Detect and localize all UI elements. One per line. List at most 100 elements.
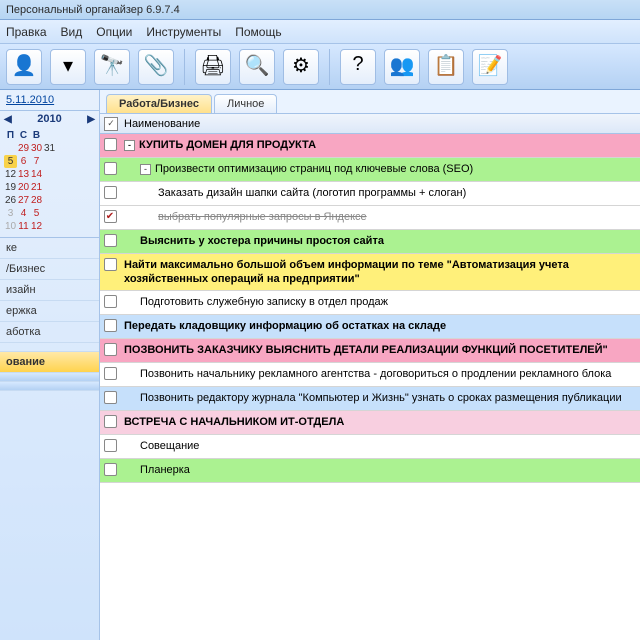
cal-day[interactable]: 20 (17, 181, 30, 194)
task-row[interactable]: -КУПИТЬ ДОМЕН ДЛЯ ПРОДУКТА (100, 134, 640, 158)
cal-day[interactable]: 26 (4, 194, 17, 207)
expand-icon[interactable]: - (124, 140, 135, 151)
task-row[interactable]: ВСТРЕЧА С НАЧАЛЬНИКОМ ИТ-ОТДЕЛА (100, 411, 640, 435)
task-checkbox[interactable] (104, 186, 117, 199)
task-row[interactable]: Совещание (100, 435, 640, 459)
task-row[interactable]: -Произвести оптимизацию страниц под ключ… (100, 158, 640, 182)
task-text: Заказать дизайн шапки сайта (логотип про… (120, 182, 640, 204)
cal-day[interactable]: 5 (4, 155, 17, 168)
calendar-header: ◀ 2010 ▶ (0, 111, 99, 127)
header-title[interactable]: Наименование (124, 118, 200, 130)
cal-prev-icon[interactable]: ◀ (4, 114, 12, 125)
cal-day[interactable]: 13 (17, 168, 30, 181)
help-icon: ? (344, 53, 372, 81)
header-checkbox[interactable]: ✓ (104, 117, 118, 131)
task-checkbox[interactable] (104, 343, 117, 356)
task-checkbox[interactable]: ✔ (104, 210, 117, 223)
cal-next-icon[interactable]: ▶ (87, 114, 95, 125)
cal-day[interactable]: 12 (4, 168, 17, 181)
task-checkbox[interactable] (104, 295, 117, 308)
task-checkbox[interactable] (104, 367, 117, 380)
menu-vid[interactable]: Вид (61, 25, 83, 39)
cal-day[interactable]: 6 (17, 155, 30, 168)
sidebar-item-2[interactable]: изайн (0, 280, 99, 301)
cal-day[interactable]: 19 (4, 181, 17, 194)
cal-day[interactable]: 31 (43, 142, 56, 155)
task-checkbox[interactable] (104, 463, 117, 476)
task-row[interactable]: Позвонить начальнику рекламного агентств… (100, 363, 640, 387)
note-icon: 📝 (476, 53, 504, 81)
toolbar-binoculars-button[interactable]: 🔭 (94, 49, 130, 85)
task-text: ВСТРЕЧА С НАЧАЛЬНИКОМ ИТ-ОТДЕЛА (120, 411, 640, 433)
toolbar-printer-button[interactable]: 🖨 (195, 49, 231, 85)
menu-pomosh[interactable]: Помощь (235, 25, 281, 39)
cal-day[interactable]: 29 (17, 142, 30, 155)
task-checkbox[interactable] (104, 234, 117, 247)
sidebar-item-6[interactable]: ование (0, 352, 99, 373)
cal-day[interactable]: 21 (30, 181, 43, 194)
task-checkbox[interactable] (104, 415, 117, 428)
task-checkbox[interactable] (104, 138, 117, 151)
date-link[interactable]: 5.11.2010 (6, 94, 54, 106)
menu-instrumenty[interactable]: Инструменты (146, 25, 221, 39)
toolbar-attach-button[interactable]: 📎 (138, 49, 174, 85)
task-checkbox[interactable] (104, 258, 117, 271)
cal-day[interactable]: 10 (4, 220, 17, 233)
cal-day[interactable]: 28 (30, 194, 43, 207)
toolbar-gear-button[interactable]: ⚙ (283, 49, 319, 85)
expand-icon[interactable]: - (140, 164, 151, 175)
sidebar-item-3[interactable]: ержка (0, 301, 99, 322)
task-row[interactable]: Выяснить у хостера причины простоя сайта (100, 230, 640, 254)
cal-day[interactable]: 4 (17, 207, 30, 220)
calendar-grid[interactable]: ПСВ293031567121314192021262728345101112 (0, 127, 99, 238)
category-list: ке/Бизнесизайнержкааботка ование (0, 238, 99, 640)
sidebar-item-5[interactable] (0, 343, 99, 352)
task-text: Планерка (120, 459, 640, 481)
task-checkbox[interactable] (104, 391, 117, 404)
cal-day[interactable]: 30 (30, 142, 43, 155)
cal-day[interactable]: 3 (4, 207, 17, 220)
task-checkbox[interactable] (104, 319, 117, 332)
task-row[interactable]: Позвонить редактору журнала "Компьютер и… (100, 387, 640, 411)
cal-day[interactable]: 27 (17, 194, 30, 207)
task-checkbox[interactable] (104, 162, 117, 175)
task-row[interactable]: ПОЗВОНИТЬ ЗАКАЗЧИКУ ВЫЯСНИТЬ ДЕТАЛИ РЕАЛ… (100, 339, 640, 363)
task-text: Подготовить служебную записку в отдел пр… (120, 291, 640, 313)
cal-day[interactable]: 14 (30, 168, 43, 181)
date-link-bar: 5.11.2010 (0, 90, 99, 111)
cal-day[interactable]: 12 (30, 220, 43, 233)
title-bar: Персональный органайзер 6.9.7.4 (0, 0, 640, 20)
sidebar-item-0[interactable]: ке (0, 238, 99, 259)
task-text: ПОЗВОНИТЬ ЗАКАЗЧИКУ ВЫЯСНИТЬ ДЕТАЛИ РЕАЛ… (120, 339, 640, 361)
task-text: -Произвести оптимизацию страниц под ключ… (120, 158, 640, 180)
task-checkbox[interactable] (104, 439, 117, 452)
toolbar-person-button[interactable]: 👤 (6, 49, 42, 85)
task-row[interactable]: Планерка (100, 459, 640, 483)
toolbar-help-button[interactable]: ? (340, 49, 376, 85)
toolbar-preview-button[interactable]: 🔍 (239, 49, 275, 85)
binoculars-icon: 🔭 (98, 53, 126, 81)
sidebar-item-4[interactable]: аботка (0, 322, 99, 343)
tab-0[interactable]: Работа/Бизнес (106, 94, 212, 113)
toolbar-group-button[interactable]: 👥 (384, 49, 420, 85)
toolbar-funnel-button[interactable]: ▾ (50, 49, 86, 85)
menu-pravka[interactable]: Правка (6, 25, 47, 39)
toolbar-paste-button[interactable]: 📋 (428, 49, 464, 85)
task-list[interactable]: -КУПИТЬ ДОМЕН ДЛЯ ПРОДУКТА-Произвести оп… (100, 134, 640, 640)
task-row[interactable]: Заказать дизайн шапки сайта (логотип про… (100, 182, 640, 206)
cal-day[interactable]: 5 (30, 207, 43, 220)
toolbar-note-button[interactable]: 📝 (472, 49, 508, 85)
task-row[interactable]: Передать кладовщику информацию об остатк… (100, 315, 640, 339)
cal-day[interactable] (4, 142, 17, 155)
cal-day[interactable]: 11 (17, 220, 30, 233)
menu-optsii[interactable]: Опции (96, 25, 132, 39)
sidebar-item-8[interactable] (0, 382, 99, 391)
tab-1[interactable]: Личное (214, 94, 277, 113)
paste-icon: 📋 (432, 53, 460, 81)
task-row[interactable]: Подготовить служебную записку в отдел пр… (100, 291, 640, 315)
task-row[interactable]: ✔выбрать популярные запросы в Яндексе (100, 206, 640, 230)
cal-day[interactable]: 7 (30, 155, 43, 168)
task-row[interactable]: Найти максимально большой объем информац… (100, 254, 640, 291)
sidebar-item-1[interactable]: /Бизнес (0, 259, 99, 280)
sidebar-item-7[interactable] (0, 373, 99, 382)
